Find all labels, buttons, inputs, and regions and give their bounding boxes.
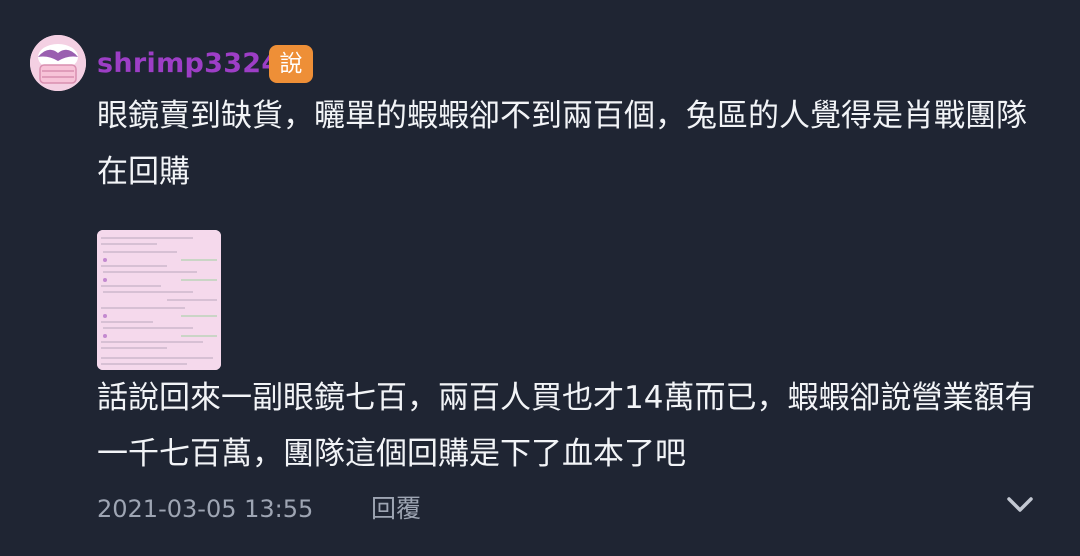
screenshot-thumbnail[interactable] <box>97 230 221 370</box>
reply-button[interactable]: 回覆 <box>371 492 421 526</box>
timestamp: 2021-03-05 13:55 <box>97 495 314 523</box>
user-avatar[interactable] <box>30 35 86 91</box>
comment-card: shrimp3324 說 眼鏡賣到缺貨，曬單的蝦蝦卻不到兩百個，兔區的人覺得是肖… <box>0 0 1080 556</box>
username[interactable]: shrimp3324 <box>97 46 280 82</box>
expand-button[interactable] <box>1004 490 1036 520</box>
comment-paragraph-1: 眼鏡賣到缺貨，曬單的蝦蝦卻不到兩百個，兔區的人覺得是肖戰團隊在回購 <box>97 98 1027 190</box>
screenshot-thumbnail-icon <box>97 230 221 370</box>
masked-face-avatar-icon <box>30 35 86 91</box>
comment-paragraph-2: 話說回來一副眼鏡七百，兩百人買也才14萬而已，蝦蝦卻說營業額有一千七百萬，團隊這… <box>97 380 1036 472</box>
chevron-down-icon <box>1007 497 1033 512</box>
speaker-badge: 說 <box>269 45 313 83</box>
